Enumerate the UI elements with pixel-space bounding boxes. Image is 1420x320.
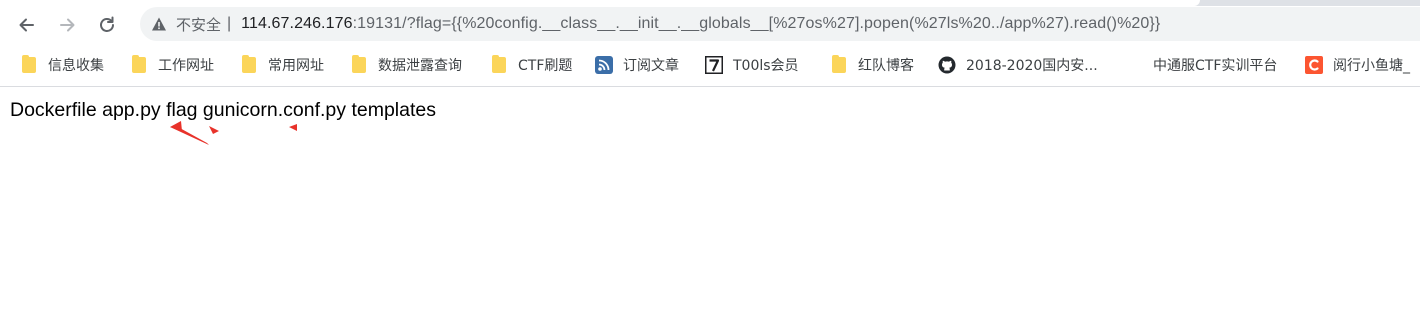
bookmark-work-sites[interactable]: 工作网址	[130, 53, 214, 77]
bookmark-label: CTF刷题	[518, 58, 573, 74]
address-bar[interactable]: 不安全 | 114.67.246.176:19131/?flag={{%20co…	[140, 7, 1420, 41]
security-status-label[interactable]: 不安全	[176, 14, 221, 35]
folder-icon	[20, 55, 38, 74]
bookmark-label: 2018-2020国内安...	[966, 58, 1098, 74]
bookmark-leak-query[interactable]: 数据泄露查询	[350, 53, 462, 77]
back-button[interactable]	[10, 8, 44, 42]
page-content: Dockerfile app.py flag gunicorn.conf.py …	[0, 88, 1420, 320]
bookmark-label: 信息收集	[48, 58, 104, 74]
back-arrow-icon	[19, 18, 34, 32]
rss-icon	[595, 56, 613, 74]
warning-triangle-icon[interactable]	[150, 15, 168, 33]
url-host: 114.67.246.176	[241, 15, 353, 32]
url-path: :19131/?flag={{%20config.__class__.__ini…	[352, 15, 1161, 32]
browser-toolbar: 不安全 | 114.67.246.176:19131/?flag={{%20co…	[0, 6, 1420, 44]
bookmark-info-collection[interactable]: 信息收集	[20, 53, 104, 77]
annotation-tick-mark	[289, 124, 297, 131]
bookmark-ctf-platform[interactable]: 中通服CTF实训平台	[1153, 53, 1277, 77]
csdn-icon	[1305, 56, 1323, 74]
folder-icon	[350, 55, 368, 74]
bookmark-label: T00ls会员	[733, 58, 799, 74]
annotation-marks	[170, 121, 297, 145]
bookmark-label: 常用网址	[268, 58, 324, 74]
folder-icon	[490, 55, 508, 74]
bookmark-common-sites[interactable]: 常用网址	[240, 53, 324, 77]
bookmark-ctf[interactable]: CTF刷题	[490, 53, 572, 77]
address-separator: |	[227, 15, 232, 32]
bookmark-label: 订阅文章	[623, 58, 679, 74]
bookmark-label: 阅行小鱼塘_	[1333, 58, 1410, 74]
annotation-tick-mark	[209, 126, 219, 134]
forward-arrow-icon	[60, 18, 75, 32]
bookmark-label: 红队博客	[858, 58, 914, 74]
bookmark-subscriptions[interactable]: 订阅文章	[595, 53, 679, 77]
bookmark-label: 数据泄露查询	[378, 58, 462, 74]
bookmark-csdn-blog[interactable]: 阅行小鱼塘_	[1305, 53, 1410, 77]
annotation-arrow-mark	[170, 127, 209, 145]
t00ls-icon	[705, 56, 723, 74]
folder-icon	[130, 55, 148, 74]
reload-icon	[100, 16, 114, 32]
bookmark-github-security[interactable]: 2018-2020国内安...	[938, 53, 1098, 77]
folder-icon	[830, 55, 848, 74]
bookmark-redteam-blogs[interactable]: 红队博客	[830, 53, 914, 77]
github-icon	[938, 56, 956, 74]
url-text[interactable]: 114.67.246.176:19131/?flag={{%20config._…	[241, 15, 1160, 33]
reload-button[interactable]	[90, 8, 124, 42]
bookmarks-bar: 信息收集 工作网址 常用网址 数据泄露查询 CTF刷题 订阅文章 T00ls会员…	[0, 44, 1420, 87]
bookmark-t00ls[interactable]: T00ls会员	[705, 53, 799, 77]
bookmark-label: 工作网址	[158, 58, 214, 74]
folder-icon	[240, 55, 258, 74]
bookmark-label: 中通服CTF实训平台	[1153, 58, 1278, 74]
forward-button[interactable]	[50, 8, 84, 42]
